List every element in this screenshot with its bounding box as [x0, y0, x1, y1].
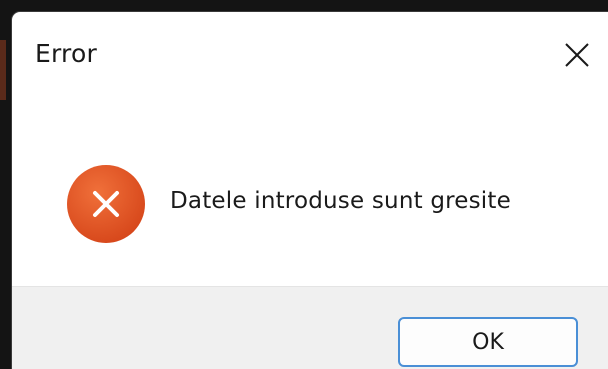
close-button[interactable]	[560, 38, 594, 72]
dialog-content: Datele introduse sunt gresite	[12, 96, 608, 286]
close-icon	[565, 43, 589, 67]
ok-button[interactable]: OK	[398, 317, 578, 367]
background-window-edge	[0, 40, 6, 100]
ok-button-label: OK	[472, 329, 504, 355]
error-icon	[66, 164, 146, 244]
dialog-title: Error	[35, 39, 97, 68]
error-dialog: Error Datele introduse sunt gresite OK	[12, 12, 608, 369]
dialog-titlebar: Error	[12, 12, 608, 96]
error-message: Datele introduse sunt gresite	[170, 188, 511, 214]
dialog-footer: OK	[12, 286, 608, 369]
